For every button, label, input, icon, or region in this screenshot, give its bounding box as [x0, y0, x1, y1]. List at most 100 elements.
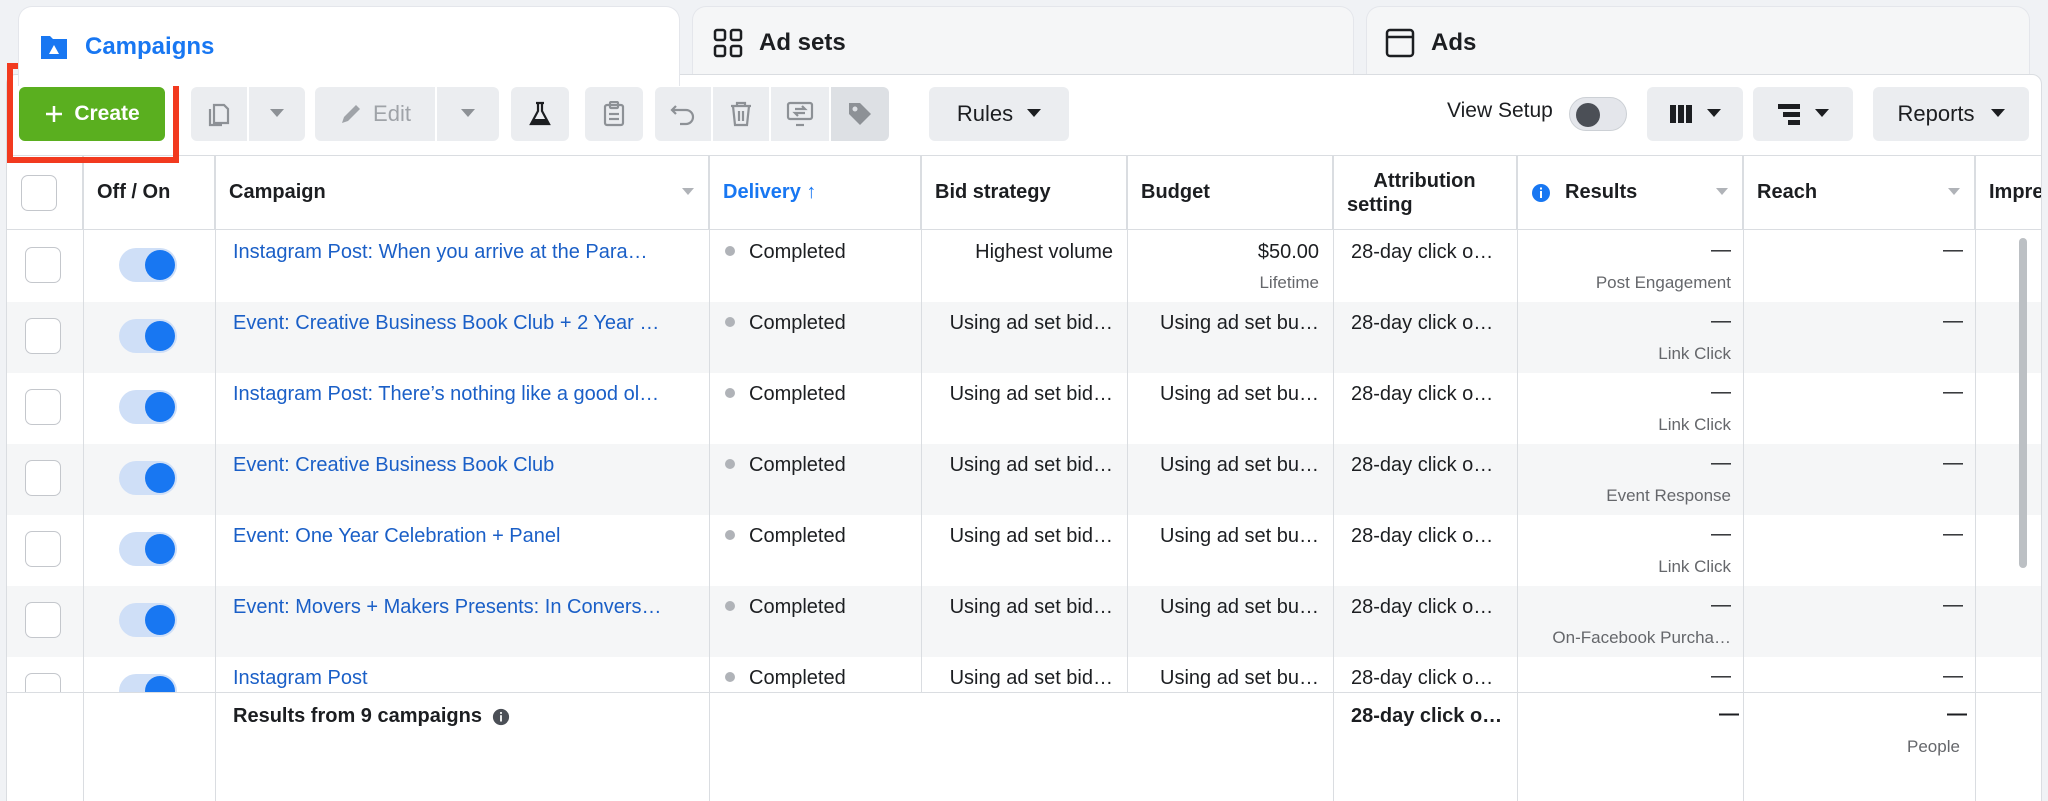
clipboard-button[interactable] — [585, 87, 643, 141]
export-icon — [786, 101, 814, 127]
delivery-status: Completed — [725, 383, 846, 406]
column-divider — [1127, 156, 1128, 692]
toggle-knob — [145, 534, 175, 564]
folder-icon — [39, 32, 69, 62]
delete-button[interactable] — [713, 87, 769, 141]
select-all-checkbox[interactable] — [21, 174, 57, 211]
table-row[interactable]: Event: Movers + Makers Presents: In Conv… — [7, 586, 2041, 657]
table-row[interactable]: Instagram Post: When you arrive at the P… — [7, 231, 2041, 302]
row-checkbox[interactable] — [25, 247, 61, 283]
duplicate-dropdown[interactable] — [249, 87, 305, 141]
header-delivery[interactable]: Delivery ↑ — [709, 156, 921, 230]
reach-value: — — [1943, 239, 1963, 261]
attribution-line2: setting — [1347, 193, 1413, 216]
create-button[interactable]: Create — [19, 87, 165, 141]
tab-ads-label: Ads — [1431, 28, 1477, 56]
delivery-label: Completed — [749, 525, 846, 547]
header-reach[interactable]: Reach — [1743, 156, 1975, 230]
row-checkbox[interactable] — [25, 602, 61, 638]
bid-strategy-value: Highest volume — [975, 241, 1113, 263]
tag-button[interactable] — [831, 87, 889, 141]
edit-button[interactable]: Edit — [315, 87, 435, 141]
table-row[interactable]: Event: One Year Celebration + Panel Compl… — [7, 515, 2041, 586]
ab-test-button[interactable] — [511, 87, 569, 141]
campaign-name-link[interactable]: Event: Creative Business Book Club — [233, 454, 695, 477]
row-checkbox[interactable] — [25, 389, 61, 425]
column-divider — [921, 156, 922, 692]
campaign-toggle[interactable] — [119, 532, 177, 566]
edit-dropdown[interactable] — [437, 87, 499, 141]
plus-icon — [44, 104, 64, 124]
footer-reach-sub: People — [1907, 737, 1960, 756]
grid-icon — [713, 28, 743, 58]
toggle-knob — [1576, 103, 1600, 127]
header-budget[interactable]: Budget — [1127, 156, 1333, 230]
budget-value: Using ad set bu… — [1160, 383, 1319, 405]
tab-campaigns[interactable]: Campaigns — [18, 6, 680, 86]
tag-icon — [847, 101, 873, 127]
caret-down-icon — [1027, 109, 1042, 119]
campaign-toggle[interactable] — [119, 319, 177, 353]
campaign-name-link[interactable]: Instagram Post: When you arrive at the P… — [233, 241, 695, 264]
header-campaign-label: Campaign — [229, 181, 326, 203]
toggle-knob — [145, 250, 175, 280]
caret-down-icon — [1707, 109, 1721, 119]
header-impressions[interactable]: Impre — [1975, 156, 2041, 230]
row-checkbox[interactable] — [25, 531, 61, 567]
reach-value: — — [1943, 523, 1963, 545]
campaign-toggle[interactable] — [119, 603, 177, 637]
campaign-name-link[interactable]: Event: Creative Business Book Club + 2 Y… — [233, 312, 695, 335]
sort-caret-icon — [1948, 188, 1960, 195]
tab-ads[interactable]: Ads — [1366, 6, 2030, 78]
row-checkbox[interactable] — [25, 460, 61, 496]
campaign-name-link[interactable]: Instagram Post: There’s nothing like a g… — [233, 383, 695, 406]
results-value: — — [1711, 239, 1731, 261]
campaign-name-link[interactable]: Event: Movers + Makers Presents: In Conv… — [233, 596, 695, 619]
clipboard-icon — [603, 101, 625, 127]
flask-icon — [528, 101, 552, 127]
tab-ad-sets[interactable]: Ad sets — [692, 6, 1354, 78]
reach-value: — — [1943, 310, 1963, 332]
campaign-toggle[interactable] — [119, 248, 177, 282]
export-button[interactable] — [771, 87, 829, 141]
status-dot — [725, 245, 735, 256]
results-value: — — [1711, 594, 1731, 616]
info-icon[interactable] — [492, 708, 510, 726]
undo-button[interactable] — [655, 87, 711, 141]
table-row[interactable]: Event: Creative Business Book Club Comple… — [7, 444, 2041, 515]
results-value: — — [1711, 381, 1731, 403]
header-attribution-setting[interactable]: Attribution setting — [1333, 156, 1517, 230]
rules-label: Rules — [956, 101, 1014, 126]
row-checkbox[interactable] — [25, 318, 61, 354]
campaign-toggle[interactable] — [119, 390, 177, 424]
info-icon[interactable] — [1531, 183, 1551, 203]
attribution-value: 28-day click o… — [1351, 312, 1494, 334]
rules-button[interactable]: Rules — [929, 87, 1069, 141]
footer-attribution: 28-day click o… — [1351, 705, 1503, 727]
table-row[interactable]: Instagram Post: There’s nothing like a g… — [7, 373, 2041, 444]
campaign-toggle[interactable] — [119, 461, 177, 495]
table-row[interactable]: Event: Creative Business Book Club + 2 Y… — [7, 302, 2041, 373]
campaign-name-link[interactable]: Event: One Year Celebration + Panel — [233, 525, 695, 548]
header-results[interactable]: Results — [1517, 156, 1743, 230]
columns-button[interactable] — [1647, 87, 1743, 141]
results-footer: Results from 9 campaigns 28-day click o…… — [7, 692, 2041, 801]
breakdown-button[interactable] — [1753, 87, 1853, 141]
budget-value: Using ad set bu… — [1160, 596, 1319, 618]
view-setup-toggle[interactable] — [1569, 97, 1627, 131]
campaign-name-link[interactable]: Instagram Post — [233, 667, 695, 690]
reach-value: — — [1943, 381, 1963, 403]
vertical-scrollbar[interactable] — [2019, 238, 2027, 568]
header-bid-strategy[interactable]: Bid strategy — [921, 156, 1127, 230]
footer-results: — — [1719, 703, 1739, 725]
attribution-value: 28-day click o… — [1351, 383, 1494, 405]
delivery-status: Completed — [725, 454, 846, 477]
header-off-on[interactable]: Off / On — [83, 156, 215, 230]
budget-value: Using ad set bu… — [1160, 312, 1319, 334]
delivery-status: Completed — [725, 241, 846, 264]
duplicate-button[interactable] — [191, 87, 247, 141]
header-campaign[interactable]: Campaign — [215, 156, 709, 230]
attribution-value: 28-day click o… — [1351, 667, 1494, 689]
reports-button[interactable]: Reports — [1873, 87, 2029, 141]
caret-down-icon — [1990, 109, 2005, 119]
